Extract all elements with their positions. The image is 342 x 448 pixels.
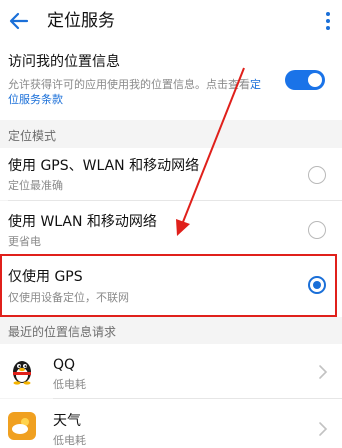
mode-option-gps-only[interactable]: 仅使用 GPS 仅使用设备定位，不联网 bbox=[0, 255, 342, 317]
app-subtitle: 低电耗 bbox=[53, 434, 86, 447]
mode-option-subtitle: 仅使用设备定位，不联网 bbox=[8, 291, 129, 304]
chevron-right-icon bbox=[319, 365, 328, 379]
mode-option-title: 仅使用 GPS bbox=[8, 269, 83, 285]
section-label-location-mode: 定位模式 bbox=[8, 129, 57, 143]
access-location-description: 允许获得许可的应用使用我的位置信息。点击查看定位服务条款 bbox=[8, 77, 263, 107]
mode-option-title: 使用 WLAN 和移动网络 bbox=[8, 214, 157, 230]
access-location-row[interactable]: 访问我的位置信息 允许获得许可的应用使用我的位置信息。点击查看定位服务条款 bbox=[0, 44, 342, 120]
app-name: QQ bbox=[53, 357, 76, 373]
page-title: 定位服务 bbox=[47, 11, 115, 31]
qq-penguin-icon bbox=[13, 361, 31, 385]
recent-app-weather[interactable]: 天气 低电耗 bbox=[0, 399, 342, 448]
recent-app-qq[interactable]: QQ 低电耗 bbox=[0, 344, 342, 398]
mode-option-wlan-mobile[interactable]: 使用 WLAN 和移动网络 更省电 bbox=[0, 201, 342, 255]
more-options-icon[interactable] bbox=[324, 10, 332, 32]
radio-button[interactable] bbox=[308, 166, 326, 184]
location-access-toggle[interactable] bbox=[285, 70, 325, 90]
app-name: 天气 bbox=[53, 413, 81, 429]
weather-icon bbox=[8, 412, 36, 440]
app-header: 定位服务 bbox=[0, 0, 342, 44]
access-description-text: 允许获得许可的应用使用我的位置信息。点击查看 bbox=[8, 78, 250, 91]
access-location-title: 访问我的位置信息 bbox=[8, 54, 120, 70]
mode-option-gps-wlan-mobile[interactable]: 使用 GPS、WLAN 和移动网络 定位最准确 bbox=[0, 148, 342, 200]
app-subtitle: 低电耗 bbox=[53, 378, 86, 391]
mode-option-subtitle: 定位最准确 bbox=[8, 179, 63, 192]
toggle-knob bbox=[308, 73, 322, 87]
radio-button-selected[interactable] bbox=[308, 276, 326, 294]
chevron-right-icon bbox=[319, 422, 328, 436]
mode-option-subtitle: 更省电 bbox=[8, 235, 41, 248]
mode-option-title: 使用 GPS、WLAN 和移动网络 bbox=[8, 158, 200, 174]
back-arrow-icon[interactable] bbox=[8, 10, 30, 32]
radio-button[interactable] bbox=[308, 221, 326, 239]
section-label-recent-requests: 最近的位置信息请求 bbox=[8, 325, 117, 339]
